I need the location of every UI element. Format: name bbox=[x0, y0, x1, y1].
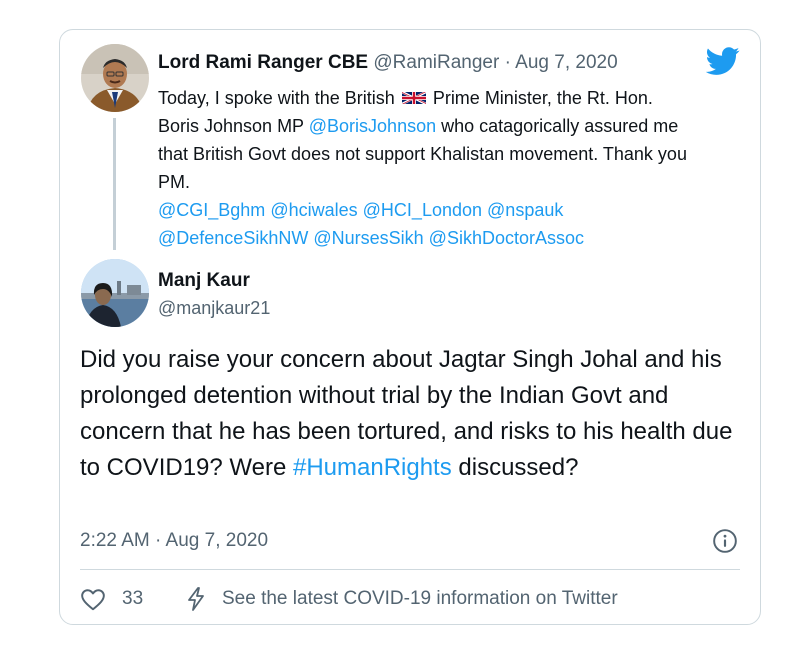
reply-text-part-2: discussed? bbox=[458, 454, 579, 481]
avatar-portrait-image bbox=[81, 44, 149, 112]
heart-icon[interactable] bbox=[80, 587, 106, 613]
uk-flag-icon bbox=[401, 90, 426, 106]
info-icon[interactable] bbox=[712, 528, 738, 554]
header-separator: · bbox=[499, 52, 516, 73]
twitter-bird-icon[interactable] bbox=[706, 44, 740, 78]
reply-tweet-text: Did you raise your concern about Jagtar … bbox=[80, 342, 745, 486]
reply-author-name[interactable]: Manj Kaur bbox=[158, 270, 250, 292]
avatar-photo-image bbox=[81, 259, 149, 327]
parent-tweet-date[interactable]: Aug 7, 2020 bbox=[515, 52, 617, 73]
tweet-timestamp[interactable]: 2:22 AM · Aug 7, 2020 bbox=[80, 530, 268, 552]
reply-author-handle[interactable]: @manjkaur21 bbox=[158, 298, 270, 319]
hashtag-link[interactable]: #HumanRights bbox=[293, 454, 452, 481]
mention-link[interactable]: @HCI_London bbox=[363, 200, 482, 220]
covid-info-link[interactable]: See the latest COVID-19 information on T… bbox=[222, 588, 618, 610]
mention-link[interactable]: @SikhDoctorAssoc bbox=[429, 228, 584, 248]
parent-tweet-text: Today, I spoke with the British Prime Mi… bbox=[158, 84, 698, 252]
parent-author-name[interactable]: Lord Rami Ranger CBE bbox=[158, 52, 368, 73]
mention-link[interactable]: @CGI_Bghm bbox=[158, 200, 265, 220]
lightning-icon[interactable] bbox=[184, 586, 208, 612]
like-count[interactable]: 33 bbox=[122, 588, 143, 610]
parent-author-avatar[interactable] bbox=[81, 44, 149, 112]
parent-text-part-1: Today, I spoke with the British bbox=[158, 88, 395, 108]
parent-tweet-header: Lord Rami Ranger CBE @RamiRanger · Aug 7… bbox=[158, 52, 618, 74]
footer-divider bbox=[80, 569, 740, 570]
mention-link[interactable]: @hciwales bbox=[270, 200, 357, 220]
mention-link[interactable]: @NursesSikh bbox=[313, 228, 423, 248]
mention-link[interactable]: @DefenceSikhNW bbox=[158, 228, 308, 248]
parent-author-handle[interactable]: @RamiRanger bbox=[373, 52, 499, 73]
mention-link[interactable]: @nspauk bbox=[487, 200, 563, 220]
reply-author-avatar[interactable] bbox=[81, 259, 149, 327]
mention-link-boris[interactable]: @BorisJohnson bbox=[309, 116, 436, 136]
thread-connector-line bbox=[113, 118, 116, 250]
